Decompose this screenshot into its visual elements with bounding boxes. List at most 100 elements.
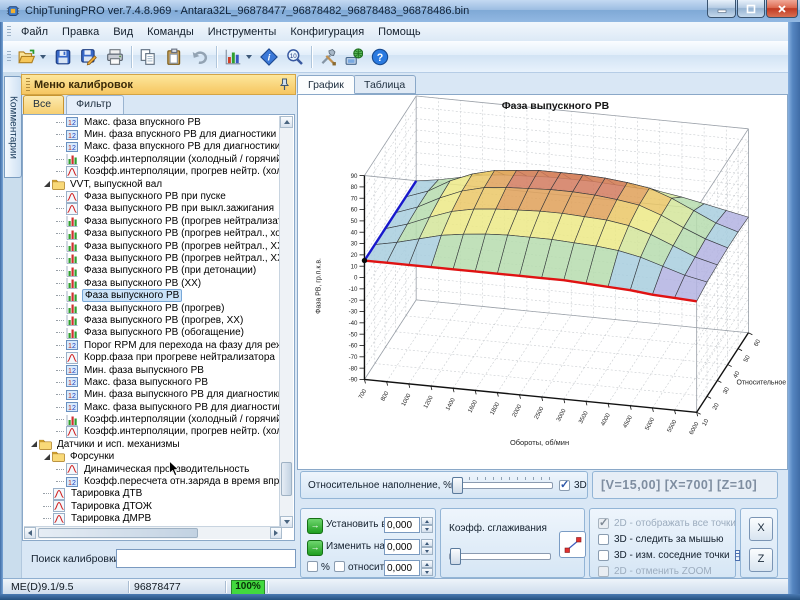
tree-item[interactable]: Фаза выпускного РВ (прогрев нейтрал., хо… [24,228,280,240]
tree-item[interactable]: Фаза выпускного РВ (ХХ) [24,277,280,289]
scroll-up-arrow[interactable] [280,116,293,128]
menu-item-6[interactable]: Помощь [371,24,428,40]
tree-folder[interactable]: VVT, выпускной вал [24,178,280,190]
tree-item[interactable]: Тарировка ДМРВ [24,513,280,525]
undo-button[interactable] [187,44,213,70]
copy-button[interactable] [135,44,161,70]
tab-all[interactable]: Все [23,95,64,114]
option-checkbox-1[interactable] [598,534,609,545]
slider-thumb[interactable] [452,477,463,494]
print-button[interactable] [102,44,128,70]
tools-button[interactable] [315,44,341,70]
option-checkbox-0[interactable] [598,518,609,529]
hscroll-thumb[interactable] [38,528,198,538]
relative-value-spinner[interactable] [421,560,433,576]
tree-item[interactable]: Корр.фаза при прогреве нейтрализатора [24,351,280,363]
open-button[interactable] [14,44,40,70]
menu-item-1[interactable]: Правка [55,24,106,40]
z-axis-button[interactable]: Z [749,548,773,572]
tab-chart[interactable]: График [297,75,355,94]
tree-item[interactable]: Тарировка ДТВ [24,488,280,500]
tree-item[interactable]: 12Коэфф.пересчета отн.заряда в время впр… [24,475,280,487]
tree-horizontal-scrollbar[interactable] [24,526,282,539]
change-value-spinner[interactable] [421,539,433,555]
tree-item[interactable]: 12Мин. фаза выпускного РВ для диагностик… [24,389,280,401]
network-button[interactable] [341,44,367,70]
smoothing-slider[interactable] [449,545,549,567]
info-button[interactable]: i [256,44,282,70]
tree-item[interactable]: Коэфф.интерполяции, прогрев нейтр. (холо… [24,166,280,178]
tree-item[interactable]: Фаза выпускного РВ (обогащение) [24,327,280,339]
save-as-button[interactable] [76,44,102,70]
tree-item[interactable]: Коэфф.интерполяции, прогрев нейтр. (холо… [24,426,280,438]
pin-icon[interactable] [279,78,290,94]
change-button[interactable]: Изменить на [326,541,385,552]
relative-checkbox[interactable] [334,561,345,572]
tree-item[interactable]: Фаза выпускного РВ при выкл.зажигания [24,203,280,215]
tree-item[interactable]: 12Мин. фаза выпускного РВ [24,364,280,376]
scroll-left-arrow[interactable] [24,527,36,539]
option-checkbox-2[interactable] [598,550,609,561]
slider-thumb[interactable] [450,548,461,565]
3d-checkbox[interactable] [559,480,570,491]
tab-filter[interactable]: Фильтр [66,95,124,114]
tree-item[interactable]: Динамическая производительность [24,463,280,475]
tree-item[interactable]: 12Макс. фаза впускного РВ [24,116,280,128]
tree-item[interactable]: Фаза выпускного РВ (при детонации) [24,265,280,277]
tree-item[interactable]: 12Мин. фаза впускного РВ для диагностики [24,128,280,140]
tree-item[interactable]: Фаза выпускного РВ (прогрев, ХХ) [24,314,280,326]
surface-chart[interactable]: -90-80-70-60-50-40-30-20-100102030405060… [298,95,787,469]
menu-item-3[interactable]: Команды [140,24,201,40]
set-value-spinner[interactable] [421,517,433,533]
open-dropdown-arrow[interactable] [40,55,46,59]
vscroll-thumb[interactable] [281,462,292,496]
save-button[interactable] [50,44,76,70]
slider-track[interactable] [449,553,551,560]
minimize-button[interactable] [707,0,736,18]
tree-item[interactable]: Фаза выпускного РВ (прогрев) [24,302,280,314]
expand-triangle-icon[interactable] [30,440,39,448]
load-slider[interactable] [451,474,551,496]
scroll-right-arrow[interactable] [270,527,282,539]
expand-triangle-icon[interactable] [43,453,52,461]
tree-item[interactable]: 12Порог RPM для перехода на фазу для реж… [24,339,280,351]
slider-track[interactable] [451,482,553,489]
menu-item-4[interactable]: Инструменты [201,24,284,40]
relative-value-input[interactable] [384,560,420,576]
tree-item[interactable]: 12Макс. фаза впускного РВ для диагностик… [24,141,280,153]
close-button[interactable] [766,0,798,18]
change-value-input[interactable] [384,539,420,555]
menu-item-5[interactable]: Конфигурация [283,24,371,40]
tab-table[interactable]: Таблица [353,75,416,94]
tree-item[interactable]: Коэфф.интерполяции (холодный / горячий ) [24,153,280,165]
tree-item[interactable]: Фаза выпускного РВ (прогрев нейтрал., ХХ… [24,252,280,264]
expand-triangle-icon[interactable] [43,180,52,188]
percent-checkbox[interactable] [307,561,318,572]
comments-tab[interactable]: Комментарии [4,76,22,178]
menu-item-2[interactable]: Вид [106,24,140,40]
tree-item[interactable]: 12Макс. фаза выпускного РВ [24,376,280,388]
chart-dropdown-arrow[interactable] [246,55,252,59]
tree-item[interactable]: Фаза выпускного РВ при пуске [24,190,280,202]
calibration-search-input[interactable] [116,549,296,568]
chart-button[interactable] [220,44,246,70]
set-value-input[interactable] [384,517,420,533]
tree-item[interactable]: Коэфф.интерполяции (холодный / горячий ) [24,413,280,425]
tree-item[interactable]: Фаза выпускного РВ (прогрев нейтрал., ХХ… [24,240,280,252]
tree-item[interactable]: Тарировка ДТОЖ [24,500,280,512]
tree-item[interactable]: Фаза выпускного РВ [24,289,280,301]
help-button[interactable]: ? [367,44,393,70]
menu-item-0[interactable]: Файл [14,24,55,40]
set-button[interactable]: Установить в [326,519,387,530]
tree-folder[interactable]: Датчики и исп. механизмы [24,438,280,450]
tree-item[interactable]: 12Макс. фаза выпускного РВ для диагности… [24,401,280,413]
tree-folder[interactable]: Форсунки [24,451,280,463]
x-axis-button[interactable]: X [749,517,773,541]
edit-curve-button[interactable] [559,531,586,558]
maximize-button[interactable] [737,0,765,18]
tree-vertical-scrollbar[interactable] [279,116,293,528]
zoom-10-button[interactable]: 10 [282,44,308,70]
tree-item[interactable]: Фаза выпускного РВ (прогрев нейтрализато… [24,215,280,227]
paste-button[interactable] [161,44,187,70]
option-checkbox-3[interactable] [598,566,609,577]
